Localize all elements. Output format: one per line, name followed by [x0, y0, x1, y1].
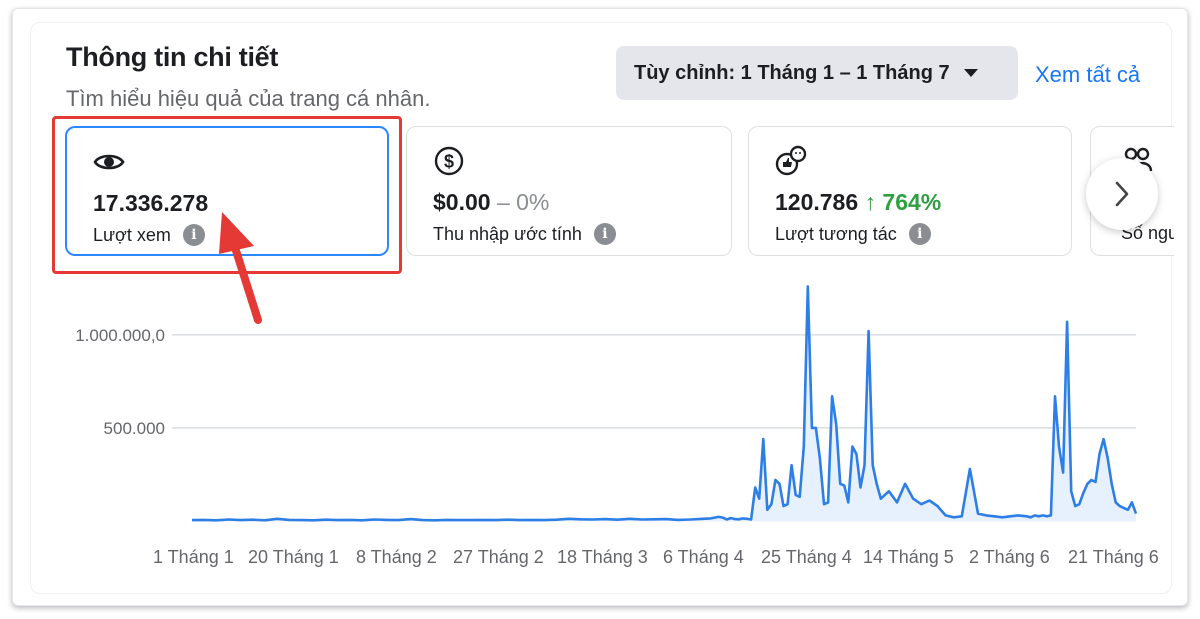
eye-icon: [93, 154, 125, 170]
chevron-right-icon: [1115, 181, 1129, 207]
info-icon[interactable]: i: [182, 224, 205, 246]
date-range-dropdown[interactable]: Tùy chỉnh: 1 Tháng 1 – 1 Tháng 7: [616, 46, 1018, 100]
dollar-icon: $: [434, 146, 464, 176]
metric-value: 120.786 ↑ 764%: [775, 189, 942, 215]
metric-card-engagement[interactable]: 120.786 ↑ 764% Lượt tương tác i: [748, 126, 1072, 256]
page-subtitle: Tìm hiểu hiệu quả của trang cá nhân.: [66, 86, 431, 111]
metric-value: 17.336.278: [93, 190, 209, 216]
metrics-row: 17.336.278 Lượt xem i $ $0.00 – 0% Thu nh…: [60, 120, 1174, 262]
metric-label: Thu nhập ước tính i: [433, 223, 616, 245]
metric-card-earnings[interactable]: $ $0.00 – 0% Thu nhập ước tính i: [406, 126, 732, 256]
metric-label: Lượt xem i: [93, 224, 205, 246]
metric-change: ↑ 764%: [864, 189, 942, 215]
reactions-icon: [775, 145, 807, 176]
date-range-label: Tùy chỉnh: 1 Tháng 1 – 1 Tháng 7: [634, 61, 950, 84]
info-icon[interactable]: i: [908, 223, 931, 245]
caret-down-icon: [963, 69, 978, 77]
next-metrics-button[interactable]: [1086, 158, 1158, 230]
info-icon[interactable]: i: [593, 223, 616, 245]
metric-card-views[interactable]: 17.336.278 Lượt xem i: [65, 126, 389, 256]
metric-value: $0.00 – 0%: [433, 189, 550, 215]
see-all-link[interactable]: Xem tất cả: [1035, 62, 1140, 88]
metric-change: – 0%: [496, 189, 550, 215]
metric-label: Lượt tương tác i: [775, 223, 931, 245]
page-title: Thông tin chi tiết: [66, 42, 279, 72]
svg-text:$: $: [444, 152, 454, 172]
